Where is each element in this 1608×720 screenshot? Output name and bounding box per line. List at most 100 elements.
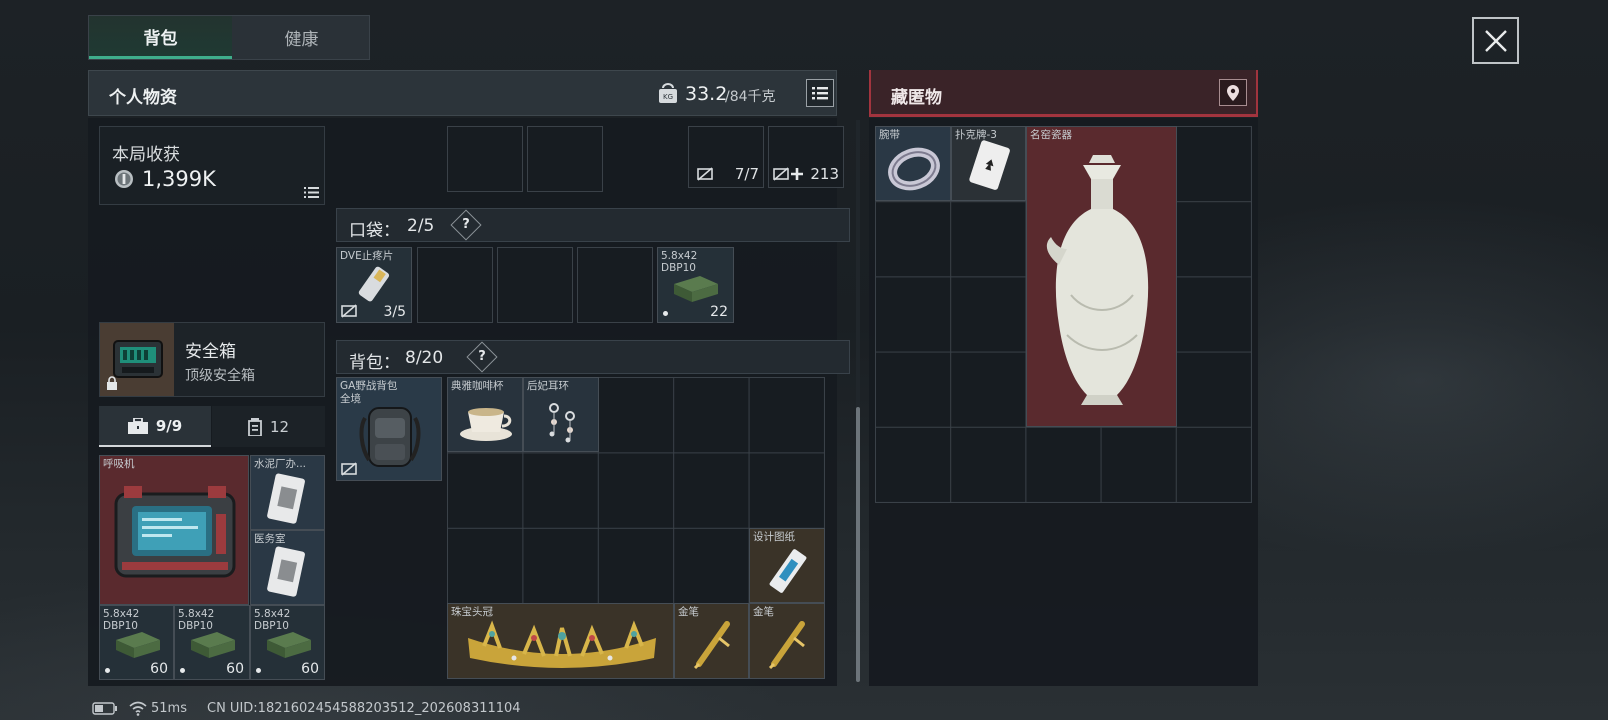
ammo-dot xyxy=(256,668,261,673)
famous-porcelain-label: 名窑瓷器 xyxy=(1030,129,1072,141)
ammo-dot xyxy=(663,311,668,316)
respirator-icon xyxy=(114,486,236,578)
safe-box-name: 安全箱 xyxy=(185,342,236,362)
empty-slot[interactable] xyxy=(577,247,653,323)
pill-bottle-icon xyxy=(358,266,390,302)
earnings-label: 本局收获 xyxy=(112,145,180,165)
respirator-label: 呼吸机 xyxy=(103,458,135,470)
playing-card-label: 扑克牌-3 xyxy=(955,129,997,141)
tab-backpack-label: 背包 xyxy=(143,28,178,49)
personal-header: 个人物资 KG 33.2 /84千克 xyxy=(88,70,837,116)
blueprint-item[interactable]: 设计图纸 xyxy=(749,528,825,603)
no-insure-icon xyxy=(697,167,713,181)
ga-backpack-label: GA野战背包 xyxy=(340,380,398,392)
close-button[interactable] xyxy=(1472,17,1519,64)
stash-header: 藏匿物 xyxy=(869,70,1258,116)
pocket-header: 口袋： 2/5 ? xyxy=(336,208,850,242)
empty-slot[interactable] xyxy=(417,247,493,323)
wifi-icon xyxy=(129,701,147,716)
crown-item[interactable]: 珠宝头冠 xyxy=(447,603,674,679)
coffee-cup-label: 典雅咖啡杯 xyxy=(451,380,504,392)
gold-pen-label: 金笔 xyxy=(753,606,774,618)
backpack-label: 背包： xyxy=(349,353,400,373)
sub-tab-ammo-count: 12 xyxy=(269,417,290,436)
safe-ammo-item[interactable]: 5.8x42 DBP10 60 xyxy=(174,605,250,680)
earrings-label: 后妃耳环 xyxy=(527,380,569,392)
safe-box-thumb xyxy=(100,323,174,396)
respirator-item[interactable]: 呼吸机 xyxy=(99,455,249,605)
ammo-box-icon xyxy=(674,276,718,302)
backpack-count: 8/20 xyxy=(405,348,444,368)
painkiller-qty: 3/5 xyxy=(383,304,406,320)
safe-ammo-item[interactable]: 5.8x42 DBP10 60 xyxy=(250,605,325,680)
ammo-box-icon xyxy=(116,632,160,658)
gold-pen-item[interactable]: 金笔 xyxy=(749,603,825,679)
personal-title: 个人物资 xyxy=(109,88,177,108)
sub-tab-tools-count: 9/9 xyxy=(155,416,183,435)
pocket-help-button[interactable]: ? xyxy=(450,209,482,241)
playing-card-item[interactable]: 扑克牌-3 xyxy=(951,126,1026,201)
help-glyph: ? xyxy=(478,349,486,364)
medic-doc-label: 医务室 xyxy=(254,533,286,545)
pocket-ammo-label: 5.8x42 DBP10 xyxy=(661,250,698,274)
cement-doc-item[interactable]: 水泥厂办... xyxy=(250,455,325,530)
earnings-value: 1,399K xyxy=(142,167,216,191)
famous-porcelain-item[interactable]: 名窑瓷器 xyxy=(1026,126,1177,427)
tab-backpack[interactable]: 背包 xyxy=(89,16,232,59)
sub-tab-tools[interactable]: 9/9 xyxy=(99,406,211,447)
porcelain-vase-icon xyxy=(1046,155,1149,405)
painkiller-label: DVE止疼片 xyxy=(340,250,394,262)
cement-doc-label: 水泥厂办... xyxy=(254,458,307,470)
safe-ammo-item[interactable]: 5.8x42 DBP10 60 xyxy=(99,605,174,680)
backpack-help-button[interactable]: ? xyxy=(466,341,498,373)
help-glyph: ? xyxy=(462,217,470,232)
ga-backpack-label-2: 全境 xyxy=(340,393,361,405)
wristband-label: 腕带 xyxy=(879,129,900,141)
painkiller-item[interactable]: DVE止疼片 3/5 xyxy=(336,247,412,323)
top-slot-a[interactable]: 7/7 xyxy=(688,126,764,188)
pocket-label: 口袋： xyxy=(349,221,400,241)
wristband-item[interactable]: 腕带 xyxy=(875,126,951,201)
weight-value: 33.2 xyxy=(685,83,728,105)
pen-icon xyxy=(768,621,805,670)
safe-box-card[interactable]: 安全箱 顶级安全箱 xyxy=(99,322,325,397)
empty-slot[interactable] xyxy=(497,247,573,323)
sort-button[interactable] xyxy=(806,79,834,107)
scrollbar-thumb[interactable] xyxy=(856,407,860,682)
close-icon xyxy=(1484,29,1507,52)
ammo-box-icon xyxy=(267,632,311,658)
battery-icon xyxy=(92,702,117,715)
tab-health[interactable]: 健康 xyxy=(233,16,370,59)
safe-ammo-qty: 60 xyxy=(226,661,244,677)
earrings-icon xyxy=(549,403,575,443)
gold-pen-item[interactable]: 金笔 xyxy=(674,603,749,679)
stash-header-underline xyxy=(869,114,1258,117)
earnings-card[interactable]: 本局收获 1,399K xyxy=(99,126,325,205)
wristband-icon xyxy=(888,147,940,191)
ga-backpack-item[interactable]: GA野战背包 全境 xyxy=(336,377,442,481)
empty-slot[interactable] xyxy=(447,126,523,192)
lock-icon xyxy=(107,376,117,390)
sub-tab-ammo[interactable]: 12 xyxy=(212,406,325,447)
blueprint-label: 设计图纸 xyxy=(753,531,795,543)
location-pin-icon xyxy=(1227,84,1239,101)
empty-slot[interactable] xyxy=(527,126,603,192)
tab-bar: 背包 健康 xyxy=(88,15,370,60)
magazine-icon xyxy=(248,417,262,436)
coin-icon xyxy=(115,170,133,188)
locate-button[interactable] xyxy=(1219,79,1247,106)
pocket-ammo-qty: 22 xyxy=(710,304,728,320)
ammo-dot xyxy=(180,668,185,673)
ammo-box-icon xyxy=(191,632,235,658)
top-slot-b-count: 213 xyxy=(810,165,839,183)
weight-max: /84千克 xyxy=(725,89,776,105)
tactical-backpack-icon xyxy=(359,407,421,467)
pocket-ammo-item[interactable]: 5.8x42 DBP10 22 xyxy=(657,247,734,323)
document-icon xyxy=(267,546,305,597)
backpack-header: 背包： 8/20 ? xyxy=(336,340,850,374)
top-slot-b[interactable]: 213 xyxy=(768,126,844,188)
coffee-cup-item[interactable]: 典雅咖啡杯 xyxy=(447,377,523,452)
earrings-item[interactable]: 后妃耳环 xyxy=(523,377,599,452)
safe-ammo-label: 5.8x42 DBP10 xyxy=(178,608,215,632)
medic-doc-item[interactable]: 医务室 xyxy=(250,530,325,605)
